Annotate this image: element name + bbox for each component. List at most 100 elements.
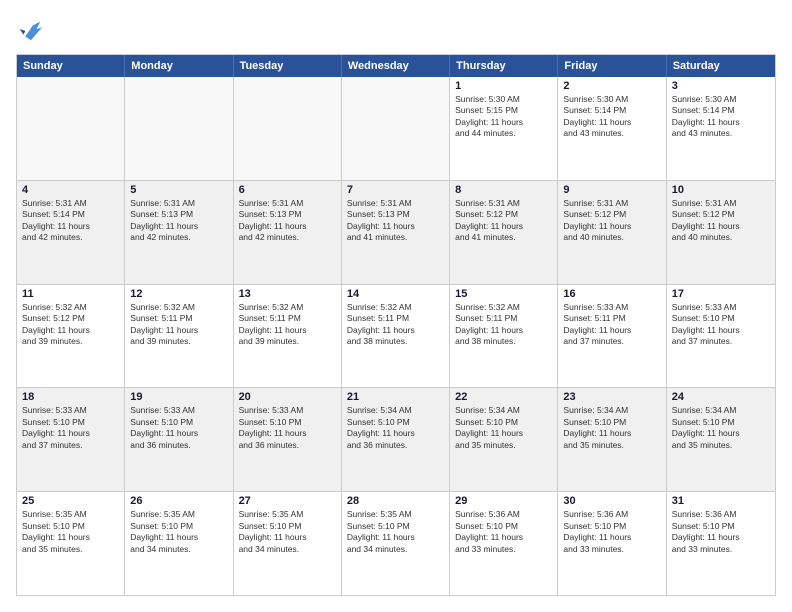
cell-info: Sunrise: 5:33 AM Sunset: 5:11 PM Dayligh… — [563, 302, 660, 348]
cell-info: Sunrise: 5:31 AM Sunset: 5:13 PM Dayligh… — [130, 198, 227, 244]
cal-cell-20: 20 Sunrise: 5:33 AM Sunset: 5:10 PM Dayli… — [234, 388, 342, 491]
cal-cell-16: 16 Sunrise: 5:33 AM Sunset: 5:11 PM Dayli… — [558, 285, 666, 388]
cal-cell-24: 24 Sunrise: 5:34 AM Sunset: 5:10 PM Dayli… — [667, 388, 775, 491]
cell-info: Sunrise: 5:34 AM Sunset: 5:10 PM Dayligh… — [672, 405, 770, 451]
cell-info: Sunrise: 5:35 AM Sunset: 5:10 PM Dayligh… — [130, 509, 227, 555]
day-number: 8 — [455, 184, 552, 196]
day-number: 22 — [455, 391, 552, 403]
cal-row-4: 25 Sunrise: 5:35 AM Sunset: 5:10 PM Dayli… — [17, 491, 775, 595]
cal-cell-5: 5 Sunrise: 5:31 AM Sunset: 5:13 PM Daylig… — [125, 181, 233, 284]
day-number: 12 — [130, 288, 227, 300]
cal-cell-empty-0 — [17, 77, 125, 180]
cal-cell-31: 31 Sunrise: 5:36 AM Sunset: 5:10 PM Dayli… — [667, 492, 775, 595]
day-number: 2 — [563, 80, 660, 92]
cal-row-0: 1 Sunrise: 5:30 AM Sunset: 5:15 PM Daylig… — [17, 77, 775, 180]
cell-info: Sunrise: 5:32 AM Sunset: 5:11 PM Dayligh… — [347, 302, 444, 348]
cal-row-3: 18 Sunrise: 5:33 AM Sunset: 5:10 PM Dayli… — [17, 387, 775, 491]
cal-cell-15: 15 Sunrise: 5:32 AM Sunset: 5:11 PM Dayli… — [450, 285, 558, 388]
cal-cell-28: 28 Sunrise: 5:35 AM Sunset: 5:10 PM Dayli… — [342, 492, 450, 595]
cell-info: Sunrise: 5:32 AM Sunset: 5:11 PM Dayligh… — [239, 302, 336, 348]
cell-info: Sunrise: 5:33 AM Sunset: 5:10 PM Dayligh… — [22, 405, 119, 451]
cal-header-monday: Monday — [125, 55, 233, 77]
cell-info: Sunrise: 5:36 AM Sunset: 5:10 PM Dayligh… — [672, 509, 770, 555]
cell-info: Sunrise: 5:30 AM Sunset: 5:14 PM Dayligh… — [672, 94, 770, 140]
cal-cell-6: 6Sunrise: 5:31 AM Sunset: 5:13 PM Daylig… — [234, 181, 342, 284]
day-number: 9 — [563, 184, 660, 196]
cal-cell-25: 25 Sunrise: 5:35 AM Sunset: 5:10 PM Dayli… — [17, 492, 125, 595]
logo — [16, 16, 48, 44]
cal-row-1: 4Sunrise: 5:31 AM Sunset: 5:14 PM Daylig… — [17, 180, 775, 284]
cal-cell-1: 1 Sunrise: 5:30 AM Sunset: 5:15 PM Daylig… — [450, 77, 558, 180]
cal-row-2: 11Sunrise: 5:32 AM Sunset: 5:12 PM Dayli… — [17, 284, 775, 388]
cal-cell-10: 10 Sunrise: 5:31 AM Sunset: 5:12 PM Dayli… — [667, 181, 775, 284]
cell-info: Sunrise: 5:33 AM Sunset: 5:10 PM Dayligh… — [239, 405, 336, 451]
cal-cell-2: 2Sunrise: 5:30 AM Sunset: 5:14 PM Daylig… — [558, 77, 666, 180]
cal-cell-7: 7 Sunrise: 5:31 AM Sunset: 5:13 PM Daylig… — [342, 181, 450, 284]
header — [16, 16, 776, 44]
cal-cell-11: 11Sunrise: 5:32 AM Sunset: 5:12 PM Dayli… — [17, 285, 125, 388]
day-number: 23 — [563, 391, 660, 403]
cell-info: Sunrise: 5:31 AM Sunset: 5:12 PM Dayligh… — [455, 198, 552, 244]
cal-cell-23: 23Sunrise: 5:34 AM Sunset: 5:10 PM Dayli… — [558, 388, 666, 491]
day-number: 1 — [455, 80, 552, 92]
day-number: 3 — [672, 80, 770, 92]
cell-info: Sunrise: 5:31 AM Sunset: 5:14 PM Dayligh… — [22, 198, 119, 244]
cal-cell-18: 18 Sunrise: 5:33 AM Sunset: 5:10 PM Dayli… — [17, 388, 125, 491]
day-number: 28 — [347, 495, 444, 507]
day-number: 15 — [455, 288, 552, 300]
cal-header-friday: Friday — [558, 55, 666, 77]
cell-info: Sunrise: 5:35 AM Sunset: 5:10 PM Dayligh… — [347, 509, 444, 555]
day-number: 7 — [347, 184, 444, 196]
cal-cell-30: 30Sunrise: 5:36 AM Sunset: 5:10 PM Dayli… — [558, 492, 666, 595]
day-number: 27 — [239, 495, 336, 507]
day-number: 13 — [239, 288, 336, 300]
day-number: 19 — [130, 391, 227, 403]
day-number: 29 — [455, 495, 552, 507]
cal-header-sunday: Sunday — [17, 55, 125, 77]
cell-info: Sunrise: 5:30 AM Sunset: 5:15 PM Dayligh… — [455, 94, 552, 140]
day-number: 24 — [672, 391, 770, 403]
day-number: 26 — [130, 495, 227, 507]
day-number: 5 — [130, 184, 227, 196]
cal-cell-19: 19 Sunrise: 5:33 AM Sunset: 5:10 PM Dayli… — [125, 388, 233, 491]
calendar-header: SundayMondayTuesdayWednesdayThursdayFrid… — [17, 55, 775, 77]
cell-info: Sunrise: 5:31 AM Sunset: 5:12 PM Dayligh… — [672, 198, 770, 244]
day-number: 20 — [239, 391, 336, 403]
cal-header-saturday: Saturday — [667, 55, 775, 77]
cal-cell-13: 13 Sunrise: 5:32 AM Sunset: 5:11 PM Dayli… — [234, 285, 342, 388]
cal-cell-empty-3 — [342, 77, 450, 180]
cal-cell-empty-1 — [125, 77, 233, 180]
cal-cell-17: 17Sunrise: 5:33 AM Sunset: 5:10 PM Dayli… — [667, 285, 775, 388]
cell-info: Sunrise: 5:32 AM Sunset: 5:11 PM Dayligh… — [455, 302, 552, 348]
cell-info: Sunrise: 5:32 AM Sunset: 5:11 PM Dayligh… — [130, 302, 227, 348]
cal-header-tuesday: Tuesday — [234, 55, 342, 77]
cal-cell-empty-2 — [234, 77, 342, 180]
day-number: 25 — [22, 495, 119, 507]
cell-info: Sunrise: 5:31 AM Sunset: 5:13 PM Dayligh… — [347, 198, 444, 244]
cell-info: Sunrise: 5:33 AM Sunset: 5:10 PM Dayligh… — [130, 405, 227, 451]
cal-header-thursday: Thursday — [450, 55, 558, 77]
cell-info: Sunrise: 5:36 AM Sunset: 5:10 PM Dayligh… — [455, 509, 552, 555]
cal-cell-3: 3 Sunrise: 5:30 AM Sunset: 5:14 PM Daylig… — [667, 77, 775, 180]
cell-info: Sunrise: 5:35 AM Sunset: 5:10 PM Dayligh… — [22, 509, 119, 555]
cal-cell-29: 29 Sunrise: 5:36 AM Sunset: 5:10 PM Dayli… — [450, 492, 558, 595]
calendar: SundayMondayTuesdayWednesdayThursdayFrid… — [16, 54, 776, 596]
cal-cell-22: 22 Sunrise: 5:34 AM Sunset: 5:10 PM Dayli… — [450, 388, 558, 491]
day-number: 10 — [672, 184, 770, 196]
cal-cell-26: 26 Sunrise: 5:35 AM Sunset: 5:10 PM Dayli… — [125, 492, 233, 595]
cal-cell-12: 12 Sunrise: 5:32 AM Sunset: 5:11 PM Dayli… — [125, 285, 233, 388]
day-number: 21 — [347, 391, 444, 403]
cell-info: Sunrise: 5:34 AM Sunset: 5:10 PM Dayligh… — [455, 405, 552, 451]
cal-cell-4: 4Sunrise: 5:31 AM Sunset: 5:14 PM Daylig… — [17, 181, 125, 284]
cal-cell-14: 14Sunrise: 5:32 AM Sunset: 5:11 PM Dayli… — [342, 285, 450, 388]
day-number: 30 — [563, 495, 660, 507]
day-number: 6 — [239, 184, 336, 196]
day-number: 31 — [672, 495, 770, 507]
day-number: 16 — [563, 288, 660, 300]
cal-cell-9: 9Sunrise: 5:31 AM Sunset: 5:12 PM Daylig… — [558, 181, 666, 284]
logo-icon — [16, 16, 44, 44]
page: SundayMondayTuesdayWednesdayThursdayFrid… — [0, 0, 792, 612]
day-number: 11 — [22, 288, 119, 300]
day-number: 18 — [22, 391, 119, 403]
day-number: 17 — [672, 288, 770, 300]
